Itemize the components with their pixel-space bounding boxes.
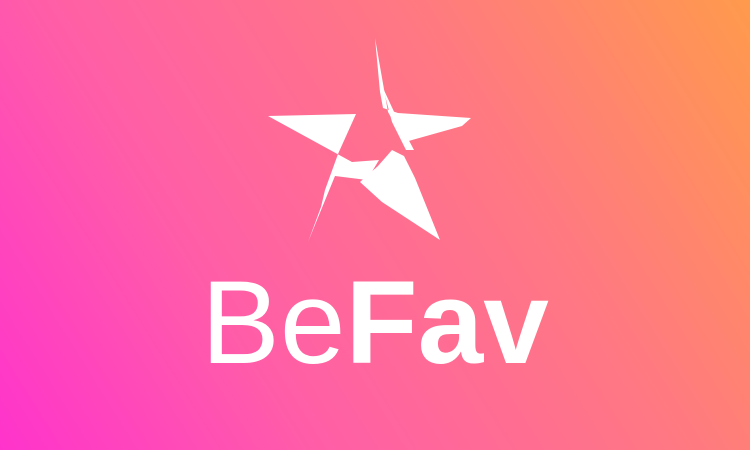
brand-canvas: BeFav: [0, 0, 750, 450]
brand-name-part-1: Be: [201, 257, 345, 389]
brand-name-part-2: Fav: [346, 257, 550, 389]
star-top-shape: [375, 38, 471, 142]
star-left-shape: [268, 114, 379, 242]
star-icon: [268, 38, 471, 242]
svg-text:BeFav: BeFav: [201, 257, 549, 389]
brand-wordmark: BeFav: [201, 257, 549, 389]
